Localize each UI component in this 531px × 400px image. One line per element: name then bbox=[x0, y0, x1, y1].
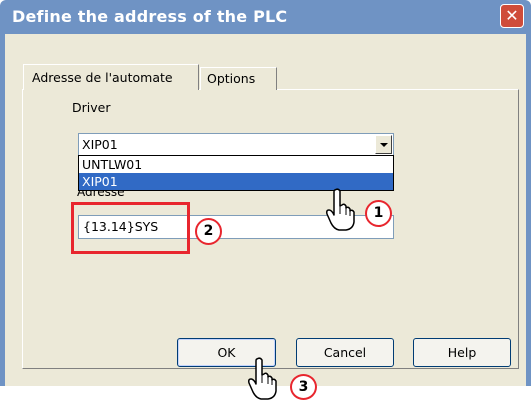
dropdown-option-untlw01[interactable]: UNTLW01 bbox=[79, 156, 393, 173]
step-badge-2: 2 bbox=[195, 218, 222, 245]
hand-cursor-icon bbox=[248, 357, 277, 400]
tab-label: Options bbox=[207, 71, 256, 86]
tab-label: Adresse de l'automate bbox=[32, 70, 173, 85]
step-badge-1: 1 bbox=[365, 200, 392, 227]
tab-options[interactable]: Options bbox=[200, 67, 277, 90]
window-title: Define the address of the PLC bbox=[12, 7, 288, 26]
dialog-client-area: Adresse de l'automate Options Driver XIP… bbox=[5, 34, 526, 386]
step-badge-3: 3 bbox=[290, 374, 317, 400]
tab-adresse-automate[interactable]: Adresse de l'automate bbox=[23, 64, 199, 90]
address-highlight-box bbox=[71, 202, 190, 254]
close-button[interactable]: ✕ bbox=[500, 4, 524, 28]
hand-cursor-icon bbox=[326, 188, 355, 231]
driver-dropdown-list: UNTLW01 XIP01 bbox=[78, 155, 394, 191]
close-icon: ✕ bbox=[505, 6, 519, 25]
title-bar[interactable]: Define the address of the PLC ✕ bbox=[4, 3, 527, 33]
